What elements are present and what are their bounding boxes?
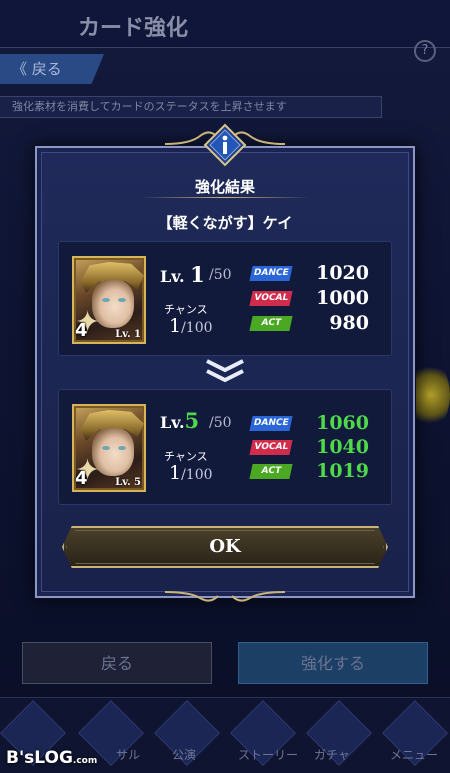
dance-value: 1060 (316, 412, 369, 434)
question-mark-icon[interactable]: ? (414, 40, 436, 62)
dialog-title: 強化結果 (194, 178, 255, 196)
watermark-main: B'sLOG (6, 748, 73, 768)
act-value: 980 (329, 312, 369, 334)
screen-title: カード強化 (78, 16, 189, 41)
back-button[interactable]: 《 戻る (0, 54, 104, 84)
level-display: Lv.5 (160, 408, 199, 433)
level-value: 5 (184, 408, 200, 433)
card-name: 【軽くながす】ケイ (157, 214, 293, 232)
level-value: 1 (190, 262, 205, 287)
level-prefix: Lv. (160, 267, 185, 286)
dance-value: 1020 (316, 262, 369, 284)
watermark-logo: B'sLOG.com (6, 748, 97, 768)
before-panel: ✦ 4 Lv. 1 Lv. 1 /50 チャンス 1/100 DANCE 102… (58, 241, 392, 356)
glow-decoration (410, 360, 450, 430)
ornament-bottom-icon (164, 591, 286, 602)
footer-enhance-button[interactable]: 強化する (238, 642, 428, 684)
act-tag: ACT (249, 316, 293, 331)
chance-max: /100 (181, 467, 213, 483)
ok-button[interactable]: OK (62, 526, 388, 568)
nav-label-4: ガチャ (314, 748, 350, 762)
chance-max: /100 (181, 320, 213, 336)
act-tag: ACT (249, 464, 293, 479)
vocal-tag: VOCAL (249, 291, 293, 306)
chance-value: 1 (169, 315, 182, 337)
nav-label-2: 公演 (172, 748, 197, 762)
nav-label-5: メニュー (390, 748, 439, 762)
card-level-tag: Lv. 5 (115, 477, 141, 488)
footer-back-button[interactable]: 戻る (22, 642, 212, 684)
card-portrait-before: ✦ 4 Lv. 1 (72, 256, 146, 344)
vocal-tag: VOCAL (249, 440, 293, 455)
vocal-value: 1040 (316, 436, 369, 458)
rarity-value: 4 (75, 320, 88, 341)
nav-label-1: サル (116, 748, 141, 762)
level-max: /50 (209, 415, 232, 431)
act-value: 1019 (316, 460, 369, 482)
after-panel: ✦ 4 Lv. 5 Lv.5 /50 チャンス 1/100 DANCE 1060… (58, 389, 392, 505)
chance-display: 1/100 (169, 315, 213, 337)
card-portrait-after: ✦ 4 Lv. 5 (72, 404, 146, 492)
portrait-eye (118, 446, 126, 450)
chance-display: 1/100 (169, 462, 213, 484)
rarity-value: 4 (75, 468, 88, 489)
title-divider (140, 197, 310, 198)
nav-label-3: ストーリー (238, 748, 299, 762)
level-display: Lv. 1 (160, 262, 205, 287)
portrait-eye (102, 446, 110, 450)
vocal-value: 1000 (316, 287, 369, 309)
level-prefix: Lv. (160, 413, 185, 432)
portrait-eye (118, 298, 126, 302)
double-chevron-down-icon (206, 359, 244, 383)
watermark-suffix: .com (72, 756, 98, 766)
back-button-label: 戻る (31, 60, 62, 78)
screen-header (0, 0, 450, 48)
card-level-tag: Lv. 1 (115, 329, 141, 340)
portrait-eye (102, 298, 110, 302)
info-icon (203, 123, 247, 167)
dance-tag: DANCE (249, 416, 293, 431)
dance-tag: DANCE (249, 266, 293, 281)
chance-value: 1 (169, 462, 182, 484)
level-max: /50 (209, 267, 232, 283)
